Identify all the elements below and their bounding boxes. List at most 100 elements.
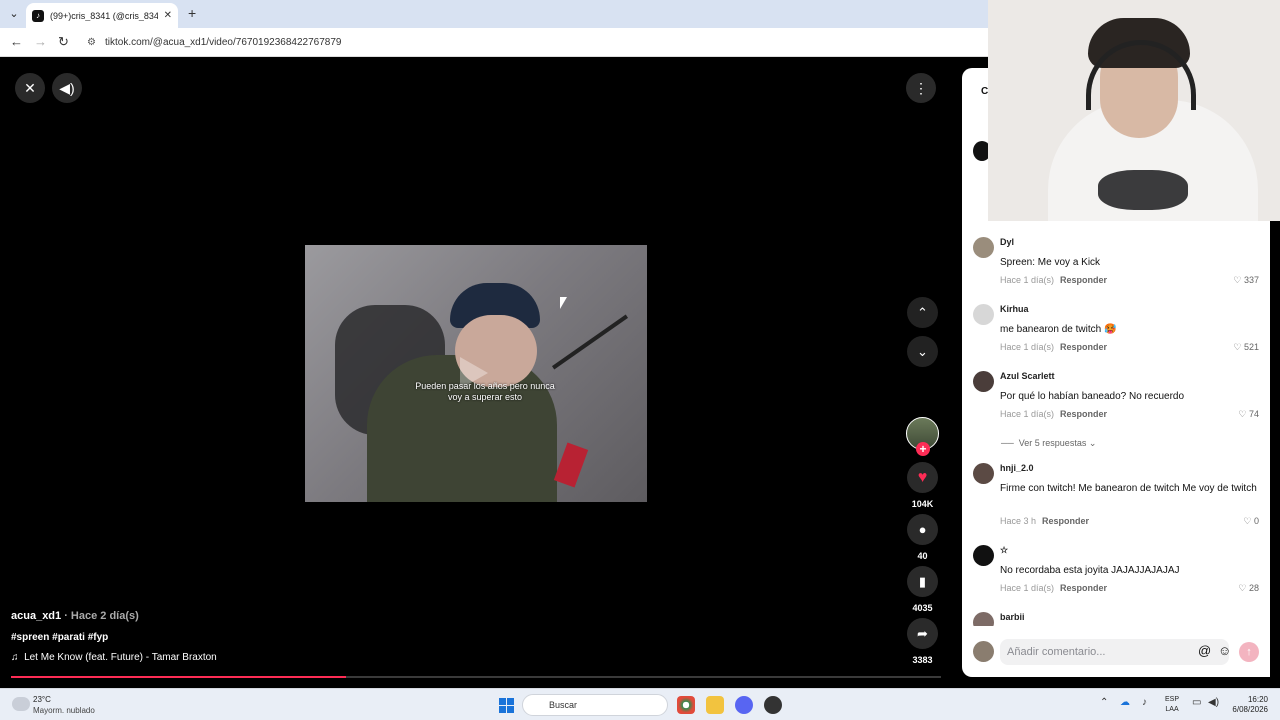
- heart-icon[interactable]: ♥: [907, 462, 938, 493]
- music-line[interactable]: ♫ Let Me Know (feat. Future) - Tamar Bra…: [11, 652, 217, 663]
- keyboard-layout: LAA: [1165, 706, 1179, 713]
- music-note-icon: ♫: [11, 652, 19, 663]
- chevron-up-icon[interactable]: ⌃: [1100, 697, 1108, 708]
- new-tab-icon[interactable]: +: [188, 6, 196, 20]
- comment-item: barbii: [973, 612, 1259, 626]
- reply-button[interactable]: Responder: [1060, 583, 1107, 593]
- volume-icon[interactable]: ◀): [1208, 697, 1219, 708]
- more-options-icon[interactable]: ⋮: [906, 73, 936, 103]
- video-progress-bar[interactable]: [11, 676, 941, 678]
- comment-time: Hace 1 día(s): [1000, 342, 1055, 352]
- comment-username[interactable]: Kirhua: [1000, 304, 1029, 314]
- avatar[interactable]: [973, 304, 994, 325]
- bookmark-icon[interactable]: ▮: [907, 566, 938, 597]
- heart-outline-icon[interactable]: ♡: [1233, 275, 1241, 285]
- forward-icon[interactable]: →: [34, 35, 47, 49]
- comment-time: Hace 1 día(s): [1000, 409, 1055, 419]
- file-explorer-icon[interactable]: [706, 696, 724, 714]
- view-replies-button[interactable]: ── Ver 5 respuestas ⌄: [1001, 438, 1096, 449]
- webcam-overlay: [988, 0, 1280, 221]
- avatar[interactable]: [973, 371, 994, 392]
- mention-icon[interactable]: @: [1198, 643, 1211, 658]
- like-action[interactable]: ♥ 104K: [907, 462, 938, 509]
- comment-username[interactable]: Azul Scarlett: [1000, 371, 1055, 381]
- save-count: 4035: [912, 603, 933, 613]
- comment-text: Spreen: Me voy a Kick: [1000, 257, 1101, 268]
- emoji-icon[interactable]: ☺: [1218, 643, 1231, 658]
- address-bar: ← → ↻ ⚙ tiktok.com/@acua_xd1/video/76701…: [0, 28, 988, 57]
- reply-button[interactable]: Responder: [1042, 516, 1089, 526]
- chrome-icon[interactable]: [677, 696, 695, 714]
- windows-start-icon[interactable]: [499, 698, 514, 713]
- mouse-cursor: [560, 297, 567, 309]
- display-icon[interactable]: ▭: [1192, 697, 1201, 708]
- comment-input-row: Añadir comentario... @ ☺ ↑: [973, 639, 1259, 665]
- discord-icon[interactable]: [735, 696, 753, 714]
- comment-username[interactable]: barbii: [1000, 612, 1025, 622]
- comment-like[interactable]: ♡ 337: [1233, 275, 1259, 286]
- weather-temperature[interactable]: 23°C: [33, 695, 51, 704]
- video-caption-overlay: Pueden pasar los años pero nunca voy a s…: [415, 381, 555, 402]
- network-status-icon[interactable]: ☁: [1120, 697, 1130, 708]
- cloud-icon[interactable]: [12, 697, 30, 711]
- comment-username[interactable]: ☆: [1000, 545, 1008, 556]
- like-count: 74: [1248, 409, 1259, 419]
- obs-icon[interactable]: [764, 696, 782, 714]
- comment-time: Hace 1 día(s): [1000, 583, 1055, 593]
- video-player[interactable]: Pueden pasar los años pero nunca voy a s…: [305, 245, 647, 502]
- music-title[interactable]: Let Me Know (feat. Future) - Tamar Braxt…: [24, 652, 217, 663]
- microphone-icon[interactable]: ♪: [1142, 697, 1147, 708]
- comment-username[interactable]: Dyl: [1000, 237, 1014, 247]
- tiktok-favicon-icon: ♪: [32, 9, 44, 22]
- clock[interactable]: 16:20 6/08/2026: [1228, 695, 1268, 715]
- avatar[interactable]: [973, 612, 994, 626]
- author-name[interactable]: acua_xd1: [11, 610, 61, 622]
- browser-tab[interactable]: ♪ (99+)cris_8341 (@cris_8341) | T ✕: [26, 3, 178, 28]
- heart-outline-icon[interactable]: ♡: [1238, 583, 1246, 593]
- tab-title: (99+)cris_8341 (@cris_8341) | T: [50, 10, 158, 21]
- avatar[interactable]: [973, 463, 994, 484]
- tab-search-icon[interactable]: ⌄: [6, 6, 22, 22]
- weather-description[interactable]: Mayorm. nublado: [33, 706, 95, 715]
- share-icon[interactable]: ➦: [907, 618, 938, 649]
- avatar: [973, 641, 994, 662]
- avatar[interactable]: [973, 237, 994, 258]
- comment-username[interactable]: hnji_2.0: [1000, 463, 1034, 473]
- site-info-icon[interactable]: ⚙: [87, 37, 96, 48]
- language-indicator[interactable]: ESP LAA: [1165, 695, 1179, 715]
- post-time: · Hace 2 día(s): [61, 610, 139, 622]
- comment-text: Por qué lo habían baneado? No recuerdo: [1000, 391, 1185, 402]
- comment-icon[interactable]: ●: [907, 514, 938, 545]
- reload-icon[interactable]: ↻: [58, 35, 69, 49]
- share-action[interactable]: ➦ 3383: [907, 618, 938, 665]
- url-field[interactable]: tiktok.com/@acua_xd1/video/7670192368422…: [105, 37, 341, 48]
- comment-input[interactable]: Añadir comentario...: [1000, 639, 1229, 665]
- close-icon[interactable]: ✕: [15, 73, 45, 103]
- comment-like[interactable]: ♡ 0: [1243, 516, 1259, 527]
- comment-text: me banearon de twitch 🥵: [1000, 324, 1117, 335]
- follow-plus-icon[interactable]: +: [916, 442, 930, 456]
- previous-video-icon[interactable]: ⌃: [907, 297, 938, 328]
- taskbar-search[interactable]: Buscar: [522, 694, 668, 716]
- volume-icon[interactable]: ◀): [52, 73, 82, 103]
- comment-like[interactable]: ♡ 74: [1238, 409, 1259, 420]
- comment-text: Firme con twitch! Me banearon de twitch …: [1000, 483, 1257, 494]
- next-video-icon[interactable]: ⌄: [907, 336, 938, 367]
- comment-time: Hace 3 h: [1000, 516, 1037, 526]
- heart-outline-icon[interactable]: ♡: [1243, 516, 1251, 526]
- reply-button[interactable]: Responder: [1060, 342, 1107, 352]
- save-action[interactable]: ▮ 4035: [907, 566, 938, 613]
- heart-outline-icon[interactable]: ♡: [1238, 409, 1246, 419]
- close-tab-icon[interactable]: ✕: [164, 10, 172, 21]
- view-replies-label[interactable]: Ver 5 respuestas: [1019, 438, 1087, 448]
- hashtags[interactable]: #spreen #parati #fyp: [11, 632, 108, 643]
- comment-action[interactable]: ● 40: [907, 514, 938, 561]
- avatar[interactable]: [973, 545, 994, 566]
- comment-like[interactable]: ♡ 521: [1233, 342, 1259, 353]
- reply-button[interactable]: Responder: [1060, 409, 1107, 419]
- back-icon[interactable]: ←: [10, 35, 23, 49]
- comment-like[interactable]: ♡ 28: [1238, 583, 1259, 594]
- reply-button[interactable]: Responder: [1060, 275, 1107, 285]
- send-icon[interactable]: ↑: [1239, 642, 1259, 662]
- heart-outline-icon[interactable]: ♡: [1233, 342, 1241, 352]
